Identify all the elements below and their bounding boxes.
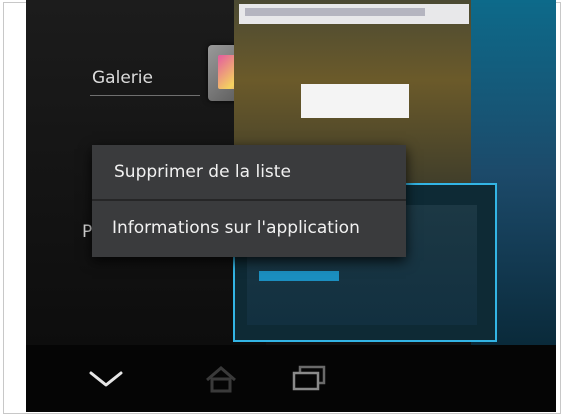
recent-apps-button[interactable] [274, 345, 344, 412]
label-divider [90, 95, 200, 96]
thumbnail-browser-bar [239, 4, 469, 24]
thumbnail-dialog [301, 84, 409, 118]
menu-item-remove-from-list[interactable]: Supprimer de la liste [92, 145, 406, 200]
tablet-screen: Galerie P Supprimer de la liste Informat… [26, 0, 556, 412]
recent-app-label-partial[interactable]: P [82, 222, 92, 242]
recent-app-label-galerie[interactable]: Galerie [92, 68, 153, 88]
home-button[interactable] [186, 345, 256, 412]
menu-item-app-info[interactable]: Informations sur l'application [92, 201, 406, 256]
context-menu: Supprimer de la liste Informations sur l… [92, 145, 406, 257]
navigation-bar [26, 345, 556, 412]
thumbnail-selected-row [259, 271, 339, 281]
back-button[interactable] [76, 345, 136, 412]
home-icon [206, 365, 236, 392]
recent-apps-icon [292, 365, 326, 390]
chevron-down-icon [89, 371, 123, 386]
